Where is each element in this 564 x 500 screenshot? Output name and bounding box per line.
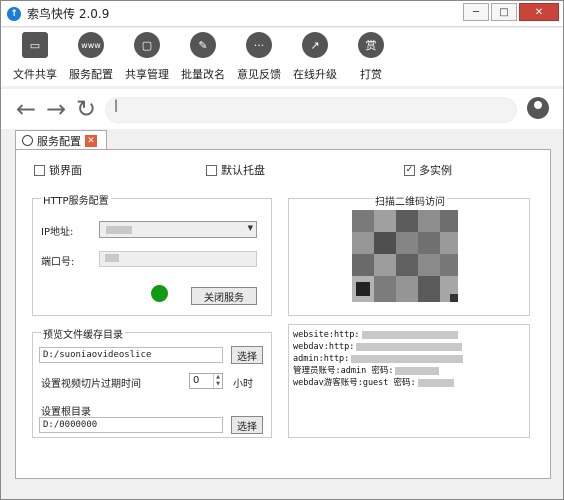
- http-config-group: HTTP服务配置 IP地址: 端口号: 关闭服务: [32, 192, 272, 316]
- minimize-button[interactable]: ─: [463, 3, 489, 21]
- nav-bar: ← → ↻ |: [1, 89, 563, 129]
- toolbar-reward[interactable]: 赏 打赏: [343, 28, 399, 86]
- checkbox-label: 默认托盘: [221, 164, 265, 177]
- back-arrow-icon[interactable]: ←: [13, 96, 39, 122]
- redacted-text: [417, 379, 454, 387]
- group-title: 预览文件缓存目录: [41, 326, 125, 341]
- expire-stepper[interactable]: 0 ▲ ▼: [189, 373, 223, 389]
- toolbar-share-manage[interactable]: ▢ 共享管理: [119, 28, 175, 86]
- info-line: website:http:: [293, 329, 525, 341]
- checkbox-label: 锁界面: [49, 164, 82, 177]
- cache-choose-button[interactable]: 选择: [231, 346, 263, 364]
- info-line: 管理员账号:admin 密码:: [293, 365, 525, 377]
- info-line: webdav游客账号:guest 密码:: [293, 377, 525, 389]
- info-line-text: 管理员账号:admin 密码:: [293, 366, 394, 376]
- toolbar-file-share[interactable]: ▭ 文件共享: [7, 28, 63, 86]
- qr-title: 扫描二维码访问: [373, 193, 447, 208]
- toolbar-label: 在线升级: [293, 68, 337, 81]
- refresh-icon[interactable]: ↻: [73, 96, 99, 122]
- toolbar-label: 打赏: [360, 68, 382, 81]
- toolbar-label: 文件共享: [13, 68, 57, 81]
- redacted-text: [361, 331, 458, 339]
- stepper-arrows-icon[interactable]: ▲ ▼: [213, 374, 222, 388]
- info-line: webdav:http:: [293, 341, 525, 353]
- tab-label: 服务配置: [37, 134, 81, 148]
- close-button[interactable]: ✕: [519, 3, 559, 21]
- toolbar-feedback[interactable]: ··· 意见反馈: [231, 28, 287, 86]
- port-input[interactable]: [99, 251, 257, 267]
- access-info-box: website:http: webdav:http: admin:http: 管…: [288, 324, 530, 438]
- info-line-text: website:http:: [293, 330, 360, 340]
- user-avatar-icon[interactable]: [527, 97, 549, 119]
- group-title: HTTP服务配置: [41, 192, 111, 207]
- main-toolbar: ▭ 文件共享 www 服务配置 ▢ 共享管理 ✎ 批量改名 ··· 意见反馈 ↗…: [1, 28, 563, 86]
- redacted-text: [356, 343, 463, 351]
- qr-code: [352, 210, 464, 310]
- monitor-icon: ▭: [22, 32, 48, 58]
- redacted-ip: [106, 226, 132, 234]
- info-line-text: webdav游客账号:guest 密码:: [293, 378, 416, 388]
- toolbar-label: 服务配置: [69, 68, 113, 81]
- info-line-text: webdav:http:: [293, 342, 355, 352]
- checkbox-label: 多实例: [419, 164, 452, 177]
- forward-arrow-icon[interactable]: →: [43, 96, 69, 122]
- globe-icon: [22, 135, 33, 146]
- cache-config-group: 预览文件缓存目录 D:/suoniaovideoslice 选择 设置视频切片过…: [32, 326, 272, 438]
- cache-path-input[interactable]: D:/suoniaovideoslice: [39, 347, 223, 363]
- www-icon: www: [78, 32, 104, 58]
- ip-label: IP地址:: [41, 227, 74, 238]
- reward-icon: 赏: [358, 32, 384, 58]
- expire-unit: 小时: [233, 379, 253, 390]
- expire-value: 0: [193, 375, 200, 386]
- folder-icon: ▢: [134, 32, 160, 58]
- title-bar: ↑ 索鸟快传 2.0.9 ─ □ ✕: [1, 1, 563, 27]
- tab-service-config[interactable]: 服务配置 ✕: [15, 130, 107, 150]
- toolbar-label: 意见反馈: [237, 68, 281, 81]
- info-line: admin:http:: [293, 353, 525, 365]
- window-controls: ─ □ ✕: [461, 3, 559, 21]
- ip-select[interactable]: [99, 221, 257, 238]
- stop-service-button[interactable]: 关闭服务: [191, 287, 257, 305]
- redacted-text: [395, 367, 440, 375]
- root-dir-input[interactable]: D:/0000000: [39, 417, 223, 433]
- default-tray-checkbox[interactable]: 默认托盘: [206, 162, 265, 178]
- service-config-panel: 锁界面 默认托盘 ✓ 多实例 HTTP服务配置 IP地址: 端口号: 关闭服务: [15, 149, 551, 479]
- url-input[interactable]: |: [105, 97, 517, 123]
- toolbar-service-config[interactable]: www 服务配置: [63, 28, 119, 86]
- toolbar-online-upgrade[interactable]: ↗ 在线升级: [287, 28, 343, 86]
- root-dir-label: 设置根目录: [41, 407, 91, 418]
- redacted-port: [105, 254, 119, 262]
- app-window: ↑ 索鸟快传 2.0.9 ─ □ ✕ ▭ 文件共享 www 服务配置 ▢ 共享管…: [0, 0, 564, 500]
- tab-close-icon[interactable]: ✕: [85, 134, 97, 147]
- maximize-button[interactable]: □: [491, 3, 517, 21]
- expire-label: 设置视频切片过期时间: [41, 379, 141, 390]
- redacted-text: [351, 355, 464, 363]
- lock-ui-checkbox[interactable]: 锁界面: [34, 162, 82, 178]
- toolbar-label: 共享管理: [125, 68, 169, 81]
- multi-instance-checkbox[interactable]: ✓ 多实例: [404, 162, 452, 178]
- checkbox-box: [34, 164, 45, 176]
- service-status-indicator: [151, 285, 168, 302]
- toolbar-batch-rename[interactable]: ✎ 批量改名: [175, 28, 231, 86]
- app-logo-icon: ↑: [7, 6, 21, 21]
- check-icon: ✓: [404, 164, 415, 176]
- toolbar-label: 批量改名: [181, 68, 225, 81]
- window-title: 索鸟快传 2.0.9: [27, 7, 110, 21]
- info-line-text: admin:http:: [293, 354, 350, 364]
- root-choose-button[interactable]: 选择: [231, 416, 263, 434]
- checkbox-box: [206, 164, 217, 176]
- pencil-icon: ✎: [190, 32, 216, 58]
- chat-icon: ···: [246, 32, 272, 58]
- port-label: 端口号:: [41, 257, 75, 268]
- trend-icon: ↗: [302, 32, 328, 58]
